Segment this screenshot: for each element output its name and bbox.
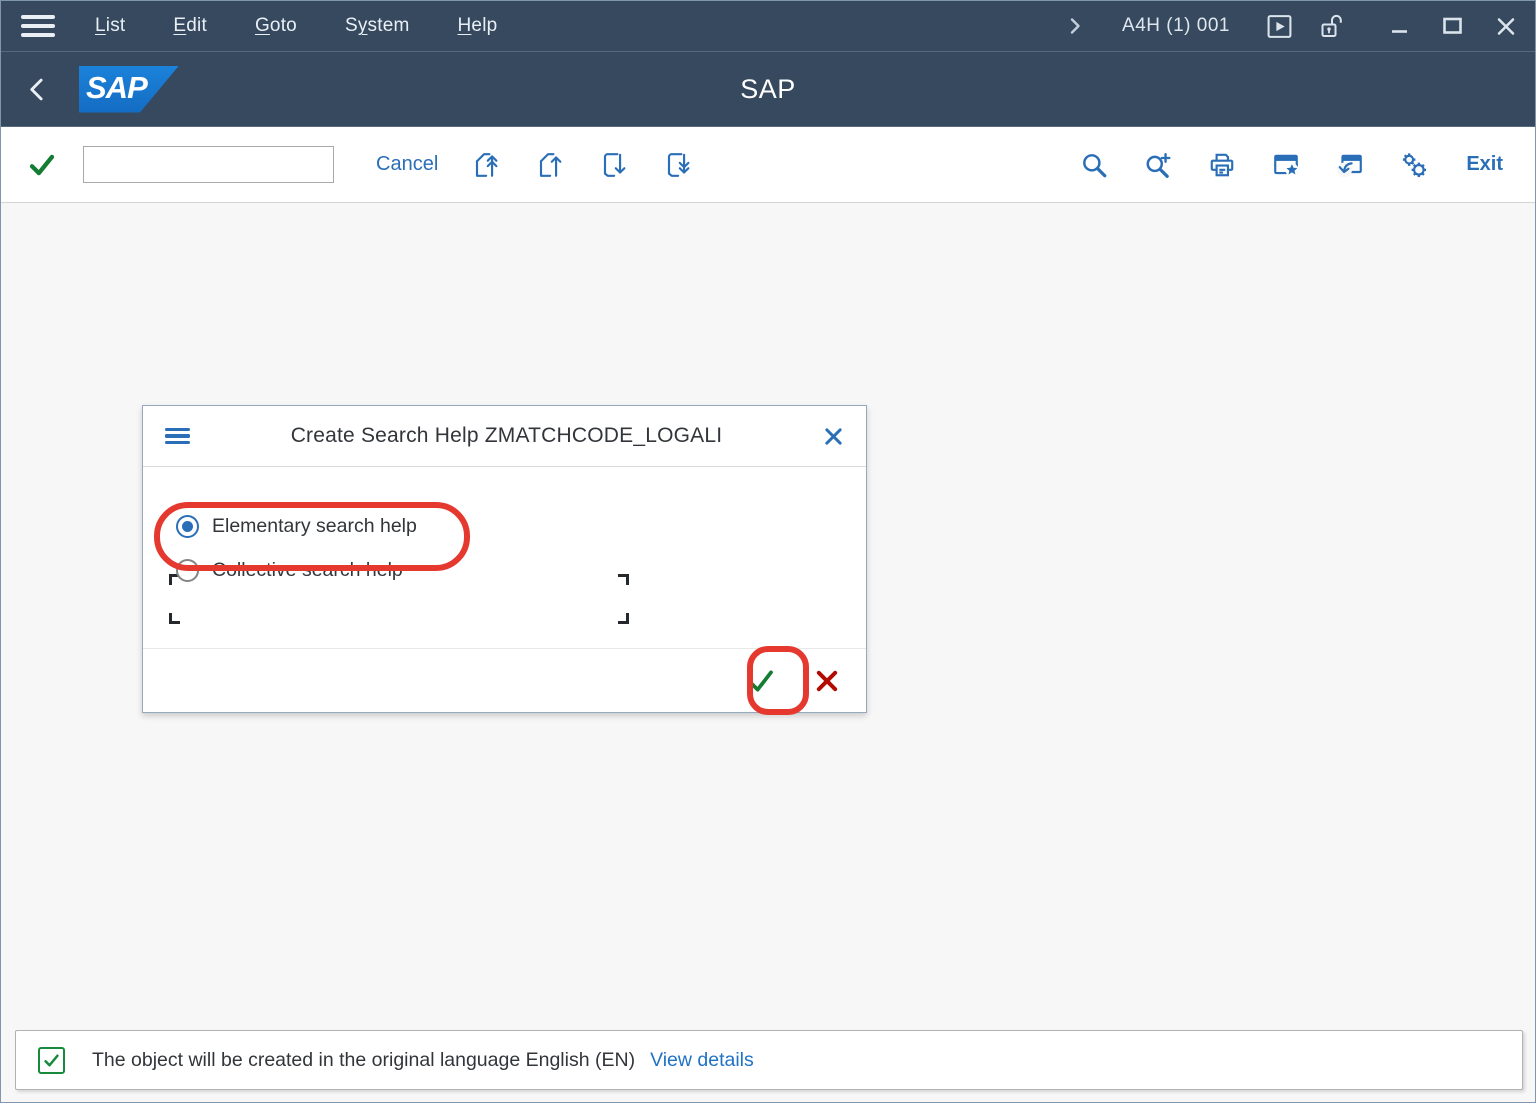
command-input[interactable] bbox=[81, 147, 325, 182]
status-message-bar: The object will be created in the origin… bbox=[15, 1030, 1523, 1090]
system-session-id: A4H (1) 001 bbox=[1122, 15, 1230, 37]
radio-elementary-search-help[interactable]: Elementary search help bbox=[176, 511, 866, 542]
radio-label: Elementary search help bbox=[212, 515, 417, 538]
radio-collective-search-help[interactable]: Collective search help bbox=[176, 555, 866, 586]
dialog-footer bbox=[143, 648, 866, 712]
back-icon[interactable] bbox=[25, 76, 51, 103]
menu-list[interactable]: List bbox=[95, 15, 125, 37]
gui-scripting-play-icon[interactable] bbox=[1266, 13, 1293, 40]
print-icon[interactable] bbox=[1208, 151, 1236, 179]
application-toolbar: Cancel bbox=[1, 127, 1535, 203]
command-field[interactable] bbox=[83, 146, 334, 183]
exit-button[interactable]: Exit bbox=[1466, 153, 1503, 176]
status-message: The object will be created in the origin… bbox=[92, 1049, 635, 1072]
menu-items: List Edit Goto System Help bbox=[95, 15, 497, 37]
confirm-check-button[interactable] bbox=[742, 662, 780, 700]
unlocked-padlock-icon[interactable] bbox=[1319, 13, 1347, 40]
find-icon[interactable] bbox=[1080, 151, 1108, 179]
new-session-icon[interactable] bbox=[1336, 151, 1364, 179]
first-page-icon[interactable] bbox=[470, 151, 498, 179]
page-title: SAP bbox=[1, 74, 1535, 105]
radio-button-icon[interactable] bbox=[176, 559, 199, 582]
success-checkbox-icon bbox=[38, 1047, 65, 1074]
next-page-icon[interactable] bbox=[598, 151, 626, 179]
hamburger-menu-icon[interactable] bbox=[21, 15, 55, 37]
menu-bar: List Edit Goto System Help A4H (1) 001 bbox=[1, 1, 1535, 52]
cancel-x-button[interactable] bbox=[808, 662, 846, 700]
menu-goto[interactable]: Goto bbox=[255, 15, 297, 37]
maximize-icon[interactable] bbox=[1441, 15, 1465, 37]
chevron-right-icon[interactable] bbox=[1064, 15, 1086, 37]
last-page-icon[interactable] bbox=[662, 151, 690, 179]
menu-system[interactable]: System bbox=[345, 15, 410, 37]
previous-page-icon[interactable] bbox=[534, 151, 562, 179]
minimize-icon[interactable] bbox=[1389, 15, 1411, 37]
dialog-titlebar: Create Search Help ZMATCHCODE_LOGALI bbox=[143, 406, 866, 467]
dialog-menu-icon[interactable] bbox=[165, 428, 190, 445]
menu-edit[interactable]: Edit bbox=[173, 15, 207, 37]
dialog-body: Elementary search help Collective search… bbox=[143, 467, 866, 648]
create-search-help-dialog: Create Search Help ZMATCHCODE_LOGALI Ele… bbox=[142, 405, 867, 713]
title-header: SAP SAP bbox=[1, 52, 1535, 127]
sap-logo: SAP bbox=[79, 66, 179, 113]
view-details-link[interactable]: View details bbox=[650, 1049, 754, 1072]
main-content: Create Search Help ZMATCHCODE_LOGALI Ele… bbox=[1, 203, 1535, 1102]
create-shortcut-icon[interactable] bbox=[1272, 151, 1300, 179]
radio-label: Collective search help bbox=[212, 559, 403, 582]
settings-gears-icon[interactable] bbox=[1400, 151, 1428, 179]
dialog-title: Create Search Help ZMATCHCODE_LOGALI bbox=[190, 424, 823, 448]
dialog-close-icon[interactable] bbox=[823, 426, 844, 447]
find-next-icon[interactable] bbox=[1144, 151, 1172, 179]
cancel-button[interactable]: Cancel bbox=[376, 153, 438, 176]
enter-check-icon[interactable] bbox=[27, 150, 57, 180]
menu-help[interactable]: Help bbox=[458, 15, 498, 37]
radio-button-icon[interactable] bbox=[176, 515, 199, 538]
close-icon[interactable] bbox=[1495, 15, 1517, 37]
